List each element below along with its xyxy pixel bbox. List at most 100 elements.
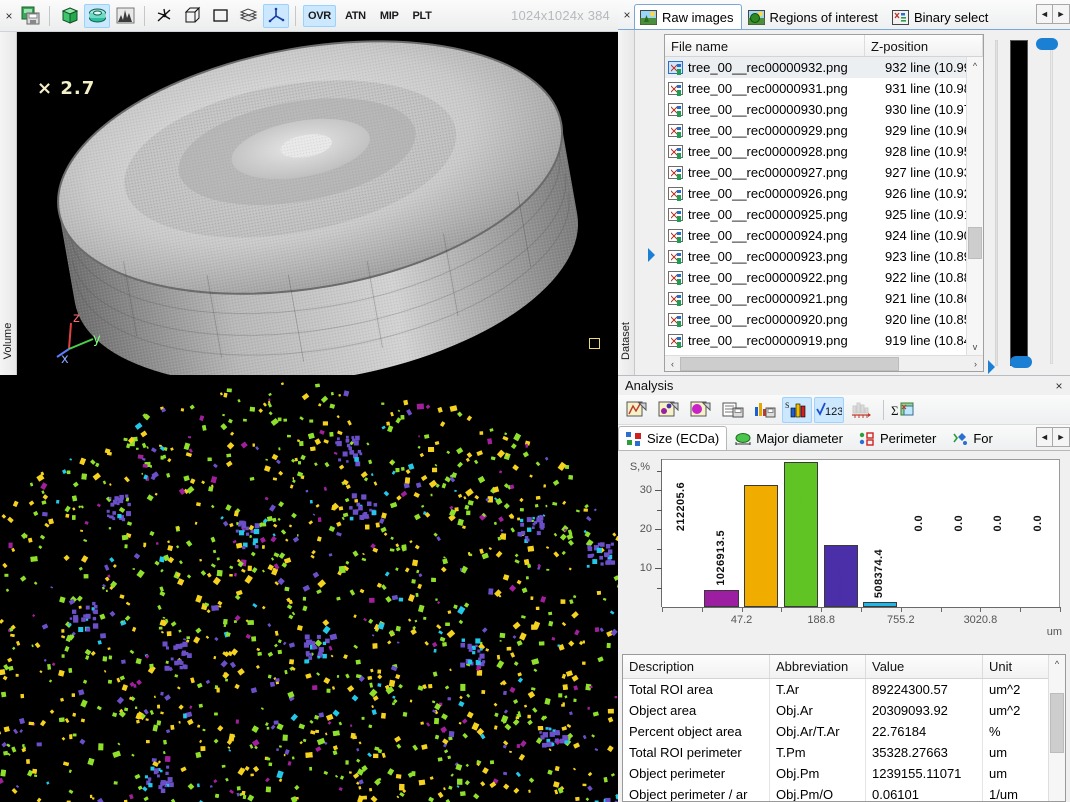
dataset-tab-next-button[interactable]: ► — [1053, 4, 1070, 24]
hscroll-track[interactable] — [680, 357, 968, 371]
check-numbers-icon[interactable]: 123 — [814, 397, 844, 423]
analysis-toolbar: S 123 — [618, 395, 1070, 425]
dataset-close-icon[interactable]: × — [620, 8, 634, 22]
table-row[interactable]: Total ROI areaT.Ar89224300.57um^2 — [623, 679, 1065, 700]
square-icon[interactable] — [207, 4, 233, 28]
contrast-slider-track — [995, 40, 998, 366]
tab-form[interactable]: For — [944, 426, 1001, 450]
volume-marker-square — [589, 338, 600, 349]
image-file-icon — [668, 250, 683, 263]
sum-icon[interactable]: Σ — [889, 397, 919, 423]
hscroll-left-button[interactable]: ‹ — [665, 356, 680, 371]
table-row[interactable]: Percent object areaObj.Ar/T.Ar22.76184% — [623, 721, 1065, 742]
distribution-icon[interactable] — [846, 397, 876, 423]
dataset-side-tab[interactable]: Dataset — [618, 30, 635, 375]
segmentation-image-view[interactable] — [0, 375, 618, 802]
volume-close-icon[interactable]: × — [2, 9, 16, 23]
tab-raw-images[interactable]: Raw images — [634, 4, 742, 29]
chart-x-tick — [662, 607, 663, 612]
statistics-icon[interactable]: S — [782, 397, 812, 423]
chart-bar[interactable] — [704, 590, 738, 607]
table-row[interactable]: Object perimeter / arObj.Pm/O0.061011/um — [623, 784, 1065, 802]
file-list-vscrollbar[interactable]: ^ v — [966, 57, 983, 355]
results-col-description[interactable]: Description — [623, 655, 770, 678]
stack-icon[interactable] — [235, 4, 261, 28]
prev-dataset-arrow-icon[interactable] — [648, 248, 662, 262]
table-row[interactable]: tree_00__rec00000926.png926 line (10.927… — [665, 183, 983, 204]
analyze-object-icon[interactable] — [686, 397, 716, 423]
size-distribution-chart[interactable]: S,%102030 212205.61026913.56499144.08498… — [622, 453, 1066, 639]
vscroll-down-button[interactable]: v — [967, 338, 983, 355]
vscroll-up-button[interactable]: ^ — [967, 57, 983, 74]
volume-render-icon[interactable] — [56, 4, 82, 28]
analyze-2d-icon[interactable] — [622, 397, 652, 423]
cube-icon[interactable] — [179, 4, 205, 28]
table-row[interactable]: Object perimeterObj.Pm1239155.11071um — [623, 763, 1065, 784]
table-row[interactable]: tree_00__rec00000928.png928 line (10.950… — [665, 141, 983, 162]
contrast-slider[interactable] — [989, 34, 1005, 372]
results-col-abbreviation[interactable]: Abbreviation — [770, 655, 866, 678]
table-row[interactable]: tree_00__rec00000932.png932 line (10.998… — [665, 57, 983, 78]
table-row[interactable]: tree_00__rec00000931.png931 line (10.986… — [665, 78, 983, 99]
image-file-icon — [668, 61, 683, 74]
histogram-icon[interactable] — [112, 4, 138, 28]
lut-handle-min[interactable] — [1010, 356, 1032, 368]
table-row[interactable]: tree_00__rec00000927.png927 line (10.939… — [665, 162, 983, 183]
table-row[interactable]: tree_00__rec00000919.png919 line (10.844… — [665, 330, 983, 351]
table-row[interactable]: tree_00__rec00000920.png920 line (10.856… — [665, 309, 983, 330]
slice-view-icon[interactable] — [84, 4, 110, 28]
analysis-tab-prev-button[interactable]: ◄ — [1036, 427, 1053, 447]
left-column: × — [0, 0, 618, 802]
vscroll-thumb[interactable] — [968, 227, 982, 259]
mode-button-mip[interactable]: MIP — [375, 5, 404, 27]
form-icon — [952, 432, 968, 446]
table-row[interactable]: tree_00__rec00000921.png921 line (10.868… — [665, 288, 983, 309]
dataset-tab-prev-button[interactable]: ◄ — [1036, 4, 1053, 24]
analyze-3d-icon[interactable] — [654, 397, 684, 423]
hscroll-thumb[interactable] — [680, 357, 899, 371]
save-report-icon[interactable] — [718, 397, 748, 423]
result-description: Object perimeter — [623, 763, 770, 784]
tab-binary-select[interactable]: Binary select — [886, 4, 996, 29]
tab-major-diameter[interactable]: Major diameter — [727, 426, 851, 450]
table-row[interactable]: tree_00__rec00000922.png922 line (10.880… — [665, 267, 983, 288]
volume-3d-canvas[interactable]: × 2.7 z y x — [17, 32, 618, 375]
analysis-tab-next-button[interactable]: ► — [1053, 427, 1070, 447]
toolbar-separator-1 — [49, 6, 50, 26]
tab-regions-of-interest[interactable]: Regions of interest — [742, 4, 886, 29]
tab-perimeter[interactable]: Perimeter — [851, 426, 944, 450]
hscroll-right-button[interactable]: › — [968, 356, 983, 371]
lut-range-slider[interactable] — [1034, 34, 1070, 372]
results-table[interactable]: Description Abbreviation Value Unit Tota… — [622, 654, 1066, 802]
table-row[interactable]: Total ROI perimeterT.Pm35328.27663um — [623, 742, 1065, 763]
result-value: 20309093.92 — [866, 700, 983, 721]
file-list-hscrollbar[interactable]: ‹ › — [665, 355, 983, 371]
mode-button-atn[interactable]: ATN — [340, 5, 371, 27]
save-volume-icon[interactable] — [17, 4, 43, 28]
image-file-icon — [668, 166, 683, 179]
results-vscrollbar[interactable]: ^ — [1048, 655, 1065, 801]
lut-handle-max[interactable] — [1036, 38, 1058, 50]
table-row[interactable]: tree_00__rec00000930.png930 line (10.974… — [665, 99, 983, 120]
analysis-close-icon[interactable]: × — [1052, 379, 1066, 393]
table-row[interactable]: tree_00__rec00000929.png929 line (10.962… — [665, 120, 983, 141]
column-header-file-name[interactable]: File name — [665, 35, 865, 56]
volume-side-tab[interactable]: Volume — [0, 32, 17, 375]
table-row[interactable]: tree_00__rec00000924.png924 line (10.903… — [665, 225, 983, 246]
scatter-icon[interactable] — [151, 4, 177, 28]
mode-button-plt[interactable]: PLT — [407, 5, 436, 27]
results-vscroll-thumb[interactable] — [1050, 693, 1064, 753]
save-chart-icon[interactable] — [750, 397, 780, 423]
mode-button-ovr[interactable]: OVR — [303, 5, 336, 27]
column-header-z-position[interactable]: Z-position — [865, 35, 983, 56]
axes-icon[interactable] — [263, 4, 289, 28]
results-col-value[interactable]: Value — [866, 655, 983, 678]
result-description: Object perimeter / ar — [623, 784, 770, 802]
chart-x-tick — [901, 607, 902, 612]
table-row[interactable]: tree_00__rec00000925.png925 line (10.915… — [665, 204, 983, 225]
results-vscroll-up-button[interactable]: ^ — [1049, 655, 1065, 672]
file-list[interactable]: File name Z-position tree_00__rec0000093… — [664, 34, 984, 372]
table-row[interactable]: tree_00__rec00000923.png923 line (10.891… — [665, 246, 983, 267]
tab-size-ecda[interactable]: Size (ECDa) — [618, 426, 727, 450]
table-row[interactable]: Object areaObj.Ar20309093.92um^2 — [623, 700, 1065, 721]
